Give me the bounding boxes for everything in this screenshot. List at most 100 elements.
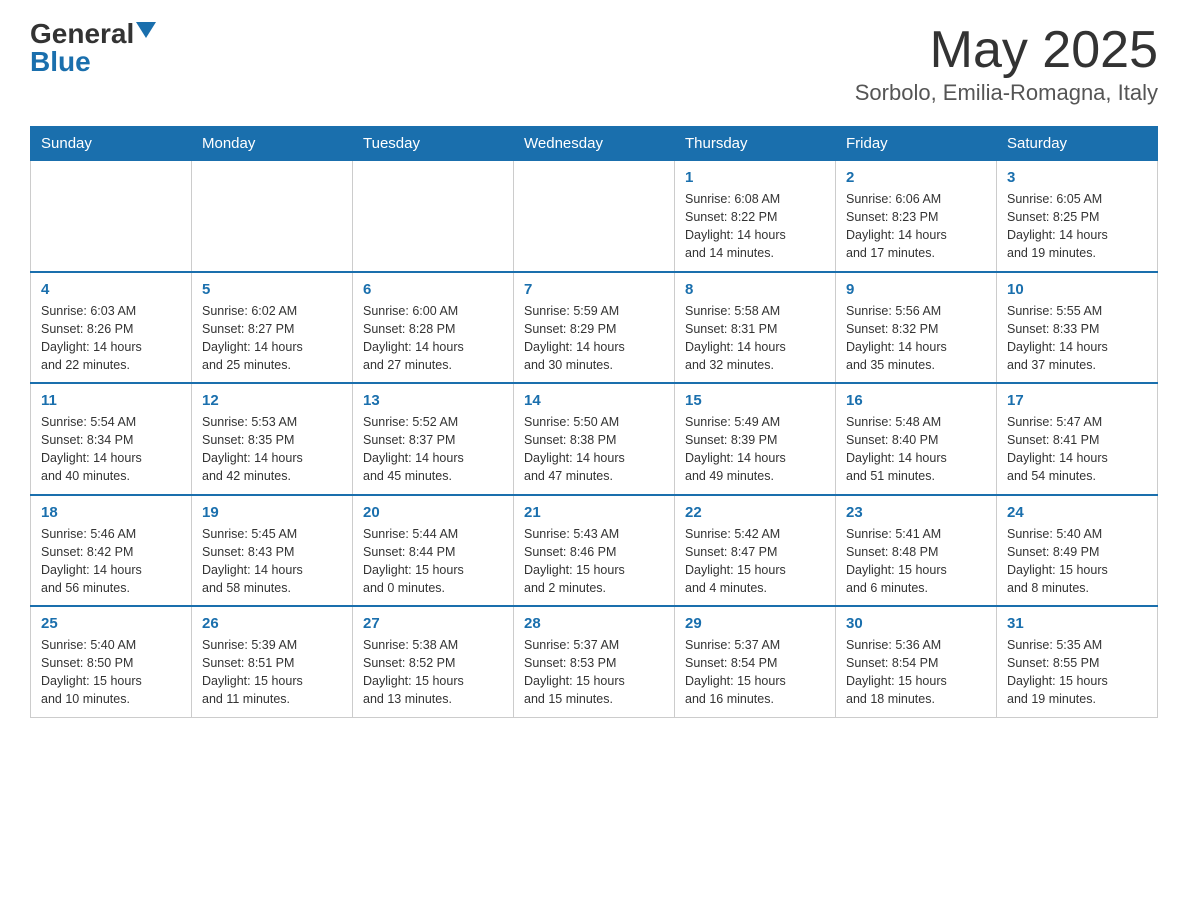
day-info: Sunrise: 5:44 AM Sunset: 8:44 PM Dayligh… xyxy=(363,525,503,598)
calendar-cell: 24 Sunrise: 5:40 AM Sunset: 8:49 PM Dayli… xyxy=(997,495,1158,607)
day-info: Sunrise: 6:02 AM Sunset: 8:27 PM Dayligh… xyxy=(202,302,342,375)
day-info: Sunrise: 5:47 AM Sunset: 8:41 PM Dayligh… xyxy=(1007,413,1147,486)
day-info: Sunrise: 5:40 AM Sunset: 8:50 PM Dayligh… xyxy=(41,636,181,709)
calendar-cell: 21 Sunrise: 5:43 AM Sunset: 8:46 PM Dayli… xyxy=(514,495,675,607)
day-number: 30 xyxy=(846,615,986,632)
calendar-cell: 10 Sunrise: 5:55 AM Sunset: 8:33 PM Dayli… xyxy=(997,272,1158,384)
day-info: Sunrise: 6:08 AM Sunset: 8:22 PM Dayligh… xyxy=(685,190,825,263)
calendar-cell: 18Sunrise: 5:46 AM Sunset: 8:42 PM Dayli… xyxy=(31,495,192,607)
day-number: 24 xyxy=(1007,504,1147,521)
calendar-cell: 31Sunrise: 5:35 AM Sunset: 8:55 PM Dayli… xyxy=(997,606,1158,717)
calendar-cell: 7 Sunrise: 5:59 AM Sunset: 8:29 PM Daylig… xyxy=(514,272,675,384)
calendar-cell: 13 Sunrise: 5:52 AM Sunset: 8:37 PM Dayli… xyxy=(353,383,514,495)
day-info: Sunrise: 5:41 AM Sunset: 8:48 PM Dayligh… xyxy=(846,525,986,598)
calendar-cell: 26 Sunrise: 5:39 AM Sunset: 8:51 PM Dayli… xyxy=(192,606,353,717)
day-number: 11 xyxy=(41,392,181,409)
day-number: 7 xyxy=(524,281,664,298)
calendar-cell: 25 Sunrise: 5:40 AM Sunset: 8:50 PM Dayli… xyxy=(31,606,192,717)
day-number: 22 xyxy=(685,504,825,521)
day-number: 2 xyxy=(846,169,986,186)
day-number: 6 xyxy=(363,281,503,298)
calendar-cell xyxy=(192,161,353,272)
calendar-cell: 30 Sunrise: 5:36 AM Sunset: 8:54 PM Dayli… xyxy=(836,606,997,717)
calendar-cell: 23 Sunrise: 5:41 AM Sunset: 8:48 PM Dayli… xyxy=(836,495,997,607)
day-info: Sunrise: 5:49 AM Sunset: 8:39 PM Dayligh… xyxy=(685,413,825,486)
calendar-cell: 3 Sunrise: 6:05 AM Sunset: 8:25 PM Daylig… xyxy=(997,161,1158,272)
day-info: Sunrise: 5:37 AM Sunset: 8:54 PM Dayligh… xyxy=(685,636,825,709)
calendar-cell: 19 Sunrise: 5:45 AM Sunset: 8:43 PM Dayli… xyxy=(192,495,353,607)
day-info: Sunrise: 5:50 AM Sunset: 8:38 PM Dayligh… xyxy=(524,413,664,486)
calendar-cell: 27 Sunrise: 5:38 AM Sunset: 8:52 PM Dayli… xyxy=(353,606,514,717)
calendar-cell: 8 Sunrise: 5:58 AM Sunset: 8:31 PM Daylig… xyxy=(675,272,836,384)
day-number: 3 xyxy=(1007,169,1147,186)
day-info: Sunrise: 6:00 AM Sunset: 8:28 PM Dayligh… xyxy=(363,302,503,375)
calendar-cell: 16 Sunrise: 5:48 AM Sunset: 8:40 PM Dayli… xyxy=(836,383,997,495)
day-number: 23 xyxy=(846,504,986,521)
day-number: 14 xyxy=(524,392,664,409)
day-info: Sunrise: 5:53 AM Sunset: 8:35 PM Dayligh… xyxy=(202,413,342,486)
calendar-header-sunday: Sunday xyxy=(31,127,192,161)
calendar-week-row: 4 Sunrise: 6:03 AM Sunset: 8:26 PM Daylig… xyxy=(31,272,1158,384)
day-info: Sunrise: 5:36 AM Sunset: 8:54 PM Dayligh… xyxy=(846,636,986,709)
day-info: Sunrise: 5:48 AM Sunset: 8:40 PM Dayligh… xyxy=(846,413,986,486)
calendar-header-row: SundayMondayTuesdayWednesdayThursdayFrid… xyxy=(31,127,1158,161)
calendar-location: Sorbolo, Emilia-Romagna, Italy xyxy=(855,80,1158,106)
title-block: May 2025 Sorbolo, Emilia-Romagna, Italy xyxy=(855,20,1158,106)
day-number: 16 xyxy=(846,392,986,409)
calendar-table: SundayMondayTuesdayWednesdayThursdayFrid… xyxy=(30,126,1158,718)
calendar-cell: 17 Sunrise: 5:47 AM Sunset: 8:41 PM Dayli… xyxy=(997,383,1158,495)
logo-blue-text: Blue xyxy=(30,48,91,76)
logo-triangle-icon xyxy=(136,22,156,38)
day-number: 26 xyxy=(202,615,342,632)
day-number: 17 xyxy=(1007,392,1147,409)
calendar-week-row: 1 Sunrise: 6:08 AM Sunset: 8:22 PM Daylig… xyxy=(31,161,1158,272)
day-info: Sunrise: 5:43 AM Sunset: 8:46 PM Dayligh… xyxy=(524,525,664,598)
day-info: Sunrise: 5:58 AM Sunset: 8:31 PM Dayligh… xyxy=(685,302,825,375)
day-number: 15 xyxy=(685,392,825,409)
calendar-cell: 1 Sunrise: 6:08 AM Sunset: 8:22 PM Daylig… xyxy=(675,161,836,272)
calendar-header-monday: Monday xyxy=(192,127,353,161)
logo-general-text: General xyxy=(30,20,134,48)
day-number: 20 xyxy=(363,504,503,521)
day-number: 19 xyxy=(202,504,342,521)
calendar-cell xyxy=(514,161,675,272)
calendar-cell: 11 Sunrise: 5:54 AM Sunset: 8:34 PM Dayli… xyxy=(31,383,192,495)
day-info: Sunrise: 5:46 AM Sunset: 8:42 PM Dayligh… xyxy=(41,525,181,598)
day-number: 4 xyxy=(41,281,181,298)
day-info: Sunrise: 5:55 AM Sunset: 8:33 PM Dayligh… xyxy=(1007,302,1147,375)
day-info: Sunrise: 5:56 AM Sunset: 8:32 PM Dayligh… xyxy=(846,302,986,375)
calendar-cell: 28Sunrise: 5:37 AM Sunset: 8:53 PM Dayli… xyxy=(514,606,675,717)
day-number: 8 xyxy=(685,281,825,298)
calendar-week-row: 11 Sunrise: 5:54 AM Sunset: 8:34 PM Dayli… xyxy=(31,383,1158,495)
day-info: Sunrise: 5:59 AM Sunset: 8:29 PM Dayligh… xyxy=(524,302,664,375)
calendar-header-tuesday: Tuesday xyxy=(353,127,514,161)
day-info: Sunrise: 6:03 AM Sunset: 8:26 PM Dayligh… xyxy=(41,302,181,375)
calendar-cell: 12Sunrise: 5:53 AM Sunset: 8:35 PM Dayli… xyxy=(192,383,353,495)
day-number: 27 xyxy=(363,615,503,632)
day-info: Sunrise: 5:45 AM Sunset: 8:43 PM Dayligh… xyxy=(202,525,342,598)
day-info: Sunrise: 5:54 AM Sunset: 8:34 PM Dayligh… xyxy=(41,413,181,486)
day-number: 10 xyxy=(1007,281,1147,298)
day-number: 9 xyxy=(846,281,986,298)
day-number: 21 xyxy=(524,504,664,521)
calendar-title: May 2025 xyxy=(855,20,1158,80)
day-number: 25 xyxy=(41,615,181,632)
day-info: Sunrise: 5:42 AM Sunset: 8:47 PM Dayligh… xyxy=(685,525,825,598)
day-number: 13 xyxy=(363,392,503,409)
logo: General Blue xyxy=(30,20,156,76)
calendar-cell: 29Sunrise: 5:37 AM Sunset: 8:54 PM Dayli… xyxy=(675,606,836,717)
calendar-header-wednesday: Wednesday xyxy=(514,127,675,161)
day-info: Sunrise: 5:38 AM Sunset: 8:52 PM Dayligh… xyxy=(363,636,503,709)
calendar-cell: 14 Sunrise: 5:50 AM Sunset: 8:38 PM Dayli… xyxy=(514,383,675,495)
calendar-cell: 15 Sunrise: 5:49 AM Sunset: 8:39 PM Dayli… xyxy=(675,383,836,495)
day-number: 5 xyxy=(202,281,342,298)
day-info: Sunrise: 5:52 AM Sunset: 8:37 PM Dayligh… xyxy=(363,413,503,486)
day-info: Sunrise: 6:05 AM Sunset: 8:25 PM Dayligh… xyxy=(1007,190,1147,263)
calendar-cell xyxy=(31,161,192,272)
calendar-cell xyxy=(353,161,514,272)
calendar-header-friday: Friday xyxy=(836,127,997,161)
day-number: 1 xyxy=(685,169,825,186)
day-info: Sunrise: 5:40 AM Sunset: 8:49 PM Dayligh… xyxy=(1007,525,1147,598)
day-info: Sunrise: 5:39 AM Sunset: 8:51 PM Dayligh… xyxy=(202,636,342,709)
calendar-cell: 20 Sunrise: 5:44 AM Sunset: 8:44 PM Dayli… xyxy=(353,495,514,607)
